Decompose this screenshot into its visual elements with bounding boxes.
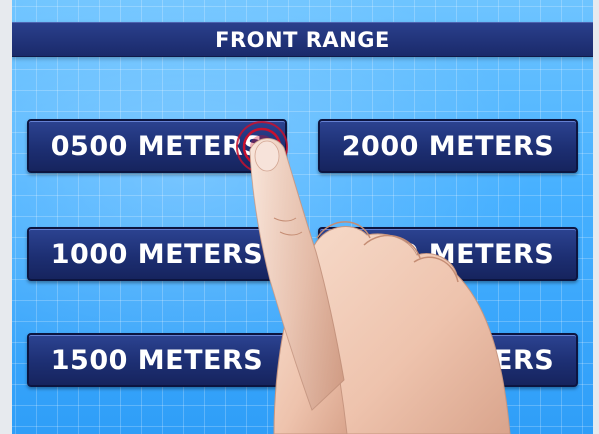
range-screen: FRONT RANGE 0500 METERS 2000 METERS 1000… [12,0,593,434]
range-2500-button[interactable]: 2500 METERS [318,227,578,281]
range-1000-button[interactable]: 1000 METERS [27,227,287,281]
range-3000-button[interactable]: 3000 METERS [318,333,578,387]
page-title: FRONT RANGE [12,22,593,57]
range-2000-button[interactable]: 2000 METERS [318,119,578,173]
range-1500-button[interactable]: 1500 METERS [27,333,287,387]
range-0500-button[interactable]: 0500 METERS [27,119,287,173]
